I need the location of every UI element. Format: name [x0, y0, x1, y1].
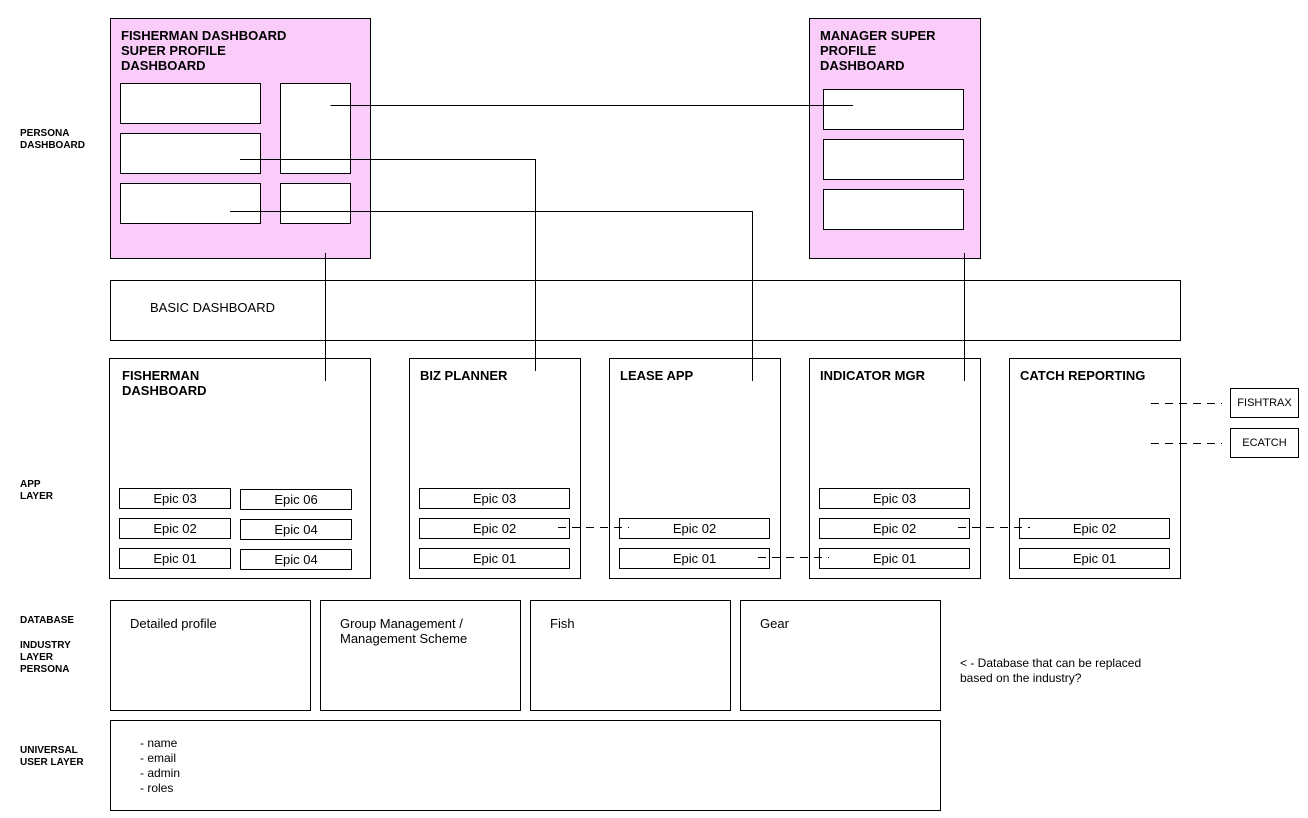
fisherman-widget-3[interactable]: [120, 183, 261, 224]
app-biz-planner-title: BIZ PLANNER: [420, 368, 508, 383]
basic-dashboard[interactable]: BASIC DASHBOARD: [110, 280, 1181, 341]
lease-epic-02[interactable]: Epic 02: [619, 518, 770, 539]
fisherman-widget-5[interactable]: [280, 183, 351, 224]
manager-widget-1[interactable]: [823, 89, 964, 130]
fisherman-widget-1[interactable]: [120, 83, 261, 124]
universal-user-layer-label: UNIVERSAL USER LAYER: [20, 745, 84, 768]
universal-field-name: - name: [140, 736, 178, 750]
fisherman-epic-03[interactable]: Epic 03: [119, 488, 231, 509]
app-catch-reporting[interactable]: CATCH REPORTING: [1009, 358, 1181, 579]
database-layer-label: DATABASE: [20, 615, 75, 626]
app-lease-app-title: LEASE APP: [620, 368, 694, 383]
db-group-management[interactable]: Group Management / Management Scheme: [320, 600, 521, 711]
fisherman-epic-04-b[interactable]: Epic 04: [240, 549, 352, 570]
fisherman-epic-01[interactable]: Epic 01: [119, 548, 231, 569]
ecatch-system[interactable]: ECATCH: [1230, 428, 1299, 458]
basic-dashboard-label: BASIC DASHBOARD: [150, 300, 275, 315]
db-replaceable-note: < - Database that can be replaced based …: [960, 656, 1142, 685]
catch-epic-02[interactable]: Epic 02: [1019, 518, 1170, 539]
app-lease-app[interactable]: LEASE APP: [609, 358, 781, 579]
fisherman-super-profile-title: FISHERMAN DASHBOARD SUPER PROFILE DASHBO…: [121, 28, 287, 73]
indicator-epic-02[interactable]: Epic 02: [819, 518, 970, 539]
app-fisherman-dashboard-title: FISHERMAN DASHBOARD: [122, 368, 207, 398]
universal-user-layer[interactable]: - name - email - admin - roles: [110, 720, 941, 811]
fisherman-epic-04-a[interactable]: Epic 04: [240, 519, 352, 540]
catch-epic-01[interactable]: Epic 01: [1019, 548, 1170, 569]
indicator-epic-03[interactable]: Epic 03: [819, 488, 970, 509]
universal-user-fields: - name - email - admin - roles: [140, 736, 180, 796]
universal-field-roles: - roles: [140, 781, 174, 795]
indicator-epic-01[interactable]: Epic 01: [819, 548, 970, 569]
fisherman-widget-2[interactable]: [120, 133, 261, 174]
manager-widget-3[interactable]: [823, 189, 964, 230]
app-indicator-mgr[interactable]: INDICATOR MGR: [809, 358, 981, 579]
app-catch-reporting-title: CATCH REPORTING: [1020, 368, 1146, 383]
db-fish[interactable]: Fish: [530, 600, 731, 711]
db-fish-label: Fish: [550, 616, 575, 631]
db-detailed-profile[interactable]: Detailed profile: [110, 600, 311, 711]
industry-layer-persona-label: INDUSTRY LAYER PERSONA: [20, 640, 71, 675]
app-layer-label: APP LAYER: [20, 479, 53, 502]
fisherman-epic-06[interactable]: Epic 06: [240, 489, 352, 510]
manager-super-profile-title: MANAGER SUPER PROFILE DASHBOARD: [820, 28, 936, 73]
db-gear[interactable]: Gear: [740, 600, 941, 711]
biz-epic-03[interactable]: Epic 03: [419, 488, 570, 509]
db-gear-label: Gear: [760, 616, 789, 631]
biz-epic-02[interactable]: Epic 02: [419, 518, 570, 539]
universal-field-email: - email: [140, 751, 177, 765]
app-biz-planner[interactable]: BIZ PLANNER: [409, 358, 581, 579]
lease-epic-01[interactable]: Epic 01: [619, 548, 770, 569]
db-group-management-label: Group Management / Management Scheme: [340, 616, 468, 646]
fishtrax-system[interactable]: FISHTRAX: [1230, 388, 1299, 418]
app-fisherman-dashboard[interactable]: FISHERMAN DASHBOARD: [109, 358, 371, 579]
manager-widget-2[interactable]: [823, 139, 964, 180]
fisherman-epic-02[interactable]: Epic 02: [119, 518, 231, 539]
biz-epic-01[interactable]: Epic 01: [419, 548, 570, 569]
app-indicator-mgr-title: INDICATOR MGR: [820, 368, 925, 383]
universal-field-admin: - admin: [140, 766, 181, 780]
fisherman-widget-4[interactable]: [280, 83, 351, 174]
db-detailed-profile-label: Detailed profile: [130, 616, 217, 631]
persona-dashboard-layer-label: PERSONA DASHBOARD: [20, 128, 85, 151]
